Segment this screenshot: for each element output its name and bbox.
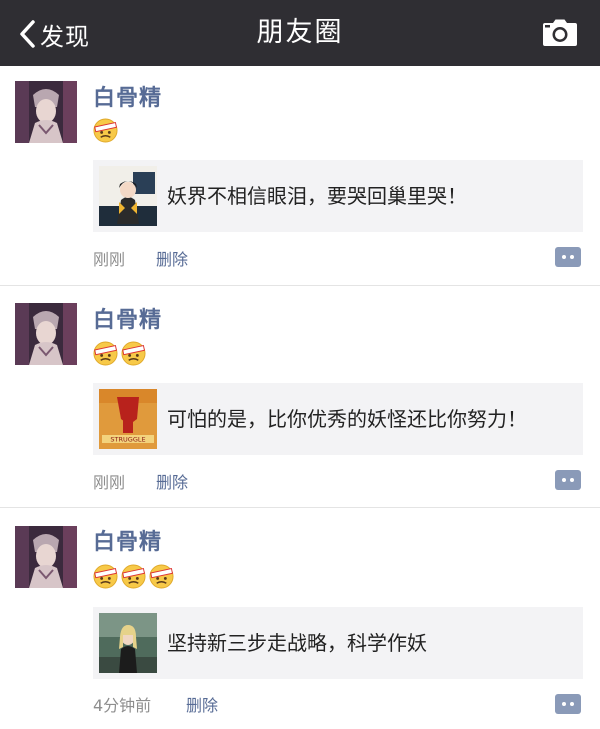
struggle-poster-thumbnail: STRUGGLE <box>99 389 157 449</box>
cartoon-girl-thumbnail <box>99 166 157 226</box>
comment-icon[interactable] <box>555 247 581 267</box>
username[interactable]: 白骨精 <box>93 302 162 334</box>
camera-button[interactable] <box>542 18 578 48</box>
moment-post: 白骨精 <box>0 66 600 285</box>
delete-button[interactable]: 删除 <box>156 246 188 270</box>
sick-face-with-bandage-emoji <box>121 341 146 366</box>
link-title: 坚持新三步走战略，科学作妖 <box>167 631 427 655</box>
username[interactable]: 白骨精 <box>93 524 162 556</box>
emoji-row <box>93 341 149 369</box>
moment-post: 白骨精 <box>0 286 600 507</box>
moment-post: 白骨精 <box>0 508 600 729</box>
post-timestamp: 刚刚 <box>93 250 126 269</box>
avatar[interactable] <box>15 81 77 143</box>
sick-face-with-bandage-emoji <box>93 341 118 366</box>
sick-face-with-bandage-emoji <box>149 564 174 589</box>
page-title: 朋友圈 <box>256 17 344 48</box>
avatar[interactable] <box>15 303 77 365</box>
emoji-row <box>93 564 177 592</box>
shared-link-card[interactable]: 妖界不相信眼泪，要哭回巢里哭！ <box>93 160 583 232</box>
camera-icon <box>543 19 577 46</box>
sick-face-with-bandage-emoji <box>93 118 118 143</box>
link-title: 可怕的是，比你优秀的妖怪还比你努力！ <box>167 407 527 431</box>
delete-button[interactable]: 删除 <box>156 469 188 493</box>
shared-link-card[interactable]: STRUGGLE 可怕的是，比你优秀的妖怪还比你努力！ <box>93 383 583 455</box>
comment-icon[interactable] <box>555 694 581 714</box>
navbar: 发现 朋友圈 <box>0 0 600 66</box>
post-timestamp: 刚刚 <box>93 473 126 492</box>
link-title: 妖界不相信眼泪，要哭回巢里哭！ <box>167 184 467 208</box>
poster-text: STRUGGLE <box>110 436 145 444</box>
emoji-row <box>93 118 121 146</box>
woman-outdoors-thumbnail <box>99 613 157 673</box>
sick-face-with-bandage-emoji <box>93 564 118 589</box>
sick-face-with-bandage-emoji <box>121 564 146 589</box>
username[interactable]: 白骨精 <box>93 80 162 112</box>
shared-link-card[interactable]: 坚持新三步走战略，科学作妖 <box>93 607 583 679</box>
comment-icon[interactable] <box>555 470 581 490</box>
delete-button[interactable]: 删除 <box>186 692 218 716</box>
avatar[interactable] <box>15 526 77 588</box>
post-timestamp: 4分钟前 <box>93 696 152 715</box>
